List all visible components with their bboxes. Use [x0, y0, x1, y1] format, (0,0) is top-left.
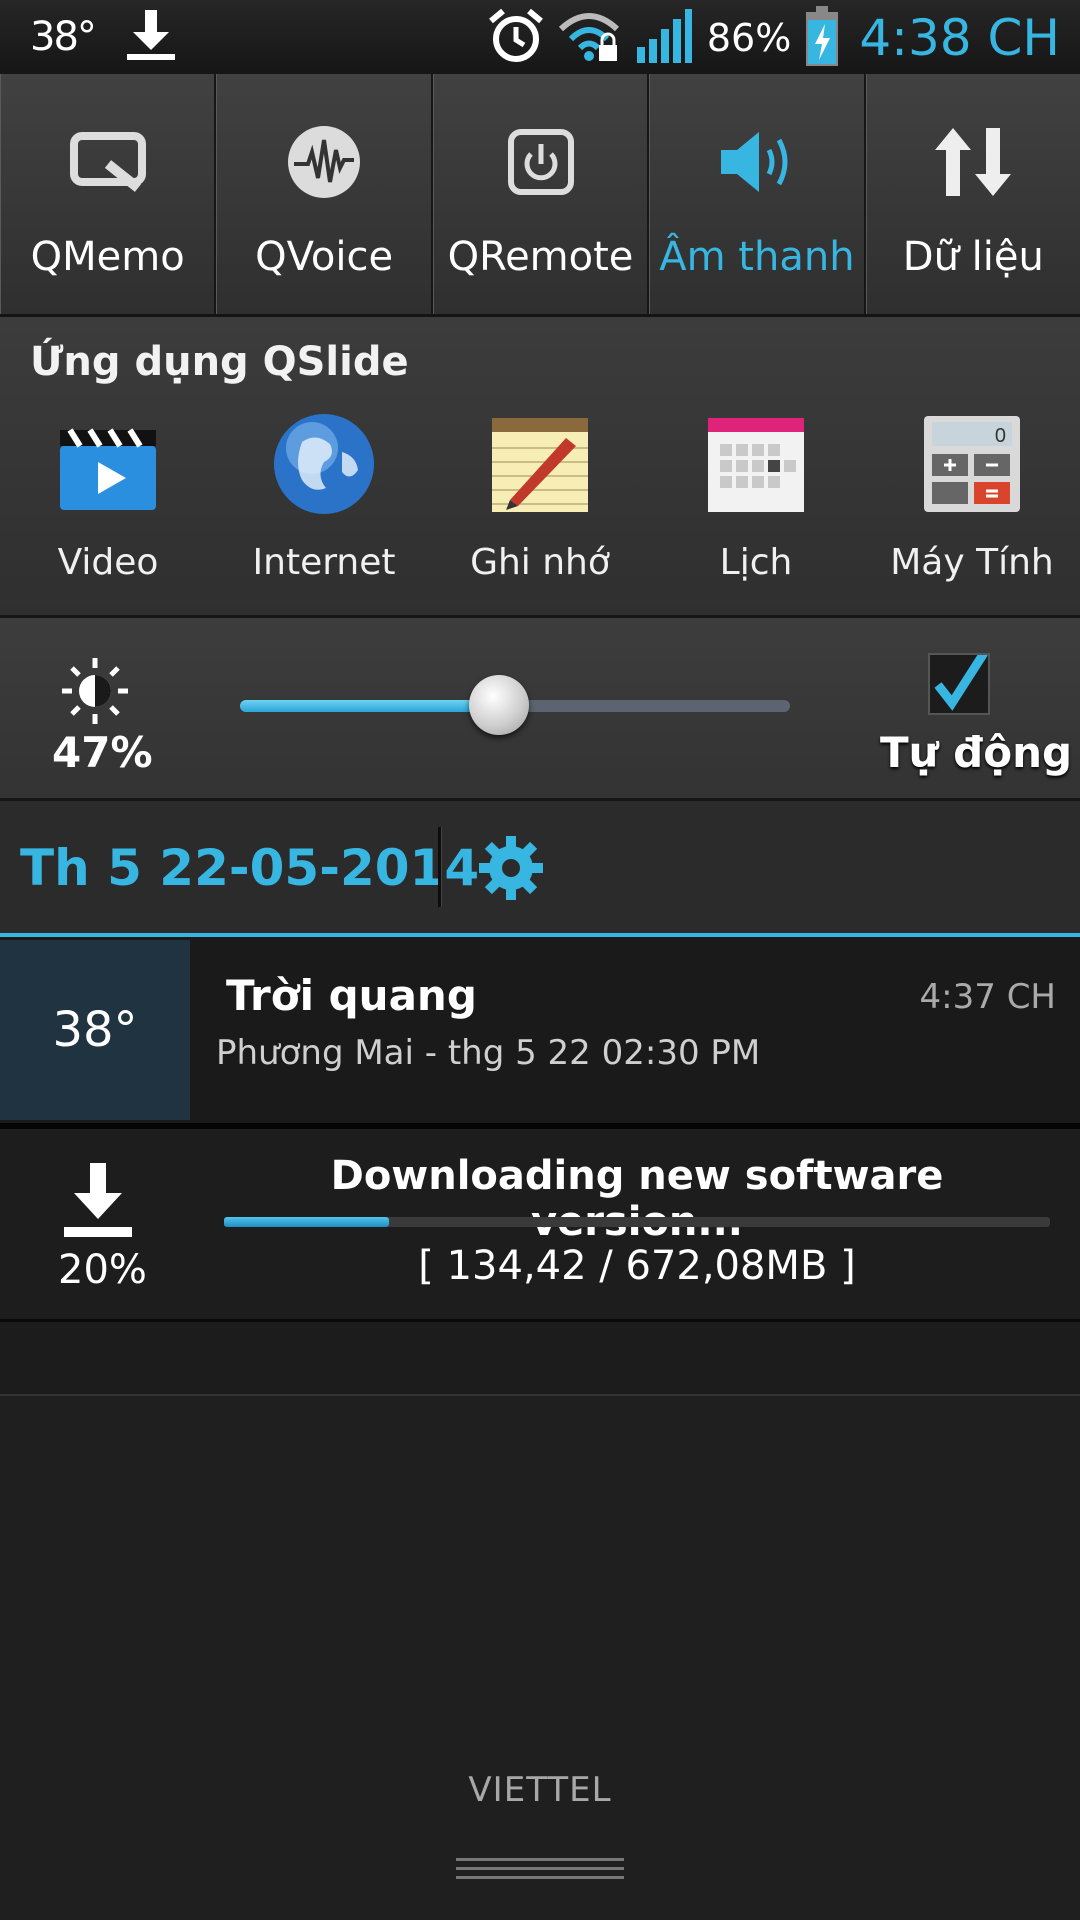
download-progress-fill — [224, 1217, 390, 1227]
svg-text:0: 0 — [995, 425, 1006, 447]
wifi-locked-icon — [558, 9, 621, 67]
download-size: [ 134,42 / 672,08MB ] — [418, 1243, 856, 1289]
weather-subtitle: Phương Mai - thg 5 22 02:30 PM — [216, 1033, 761, 1073]
qslide-title: Ứng dụng QSlide — [30, 339, 409, 385]
qslide-app-calculator[interactable]: 0 Máy Tính — [864, 412, 1080, 583]
weather-temp-tile: 38° — [0, 940, 190, 1120]
auto-brightness-checkbox[interactable] — [928, 650, 990, 715]
battery-charging-icon — [805, 6, 839, 70]
app-label: Ghi nhớ — [470, 542, 610, 583]
notepad-icon — [488, 412, 592, 516]
qvoice-icon — [286, 124, 362, 200]
drawer-handle[interactable] — [456, 1858, 624, 1885]
weather-notification[interactable]: 38° Trời quang Phương Mai - thg 5 22 02:… — [0, 937, 1080, 1129]
date-text: Th 5 22-05-2014 — [20, 839, 480, 897]
globe-icon — [272, 412, 376, 516]
brightness-slider-fill — [240, 700, 499, 712]
status-bar: 38° 86% 4:38 CH — [0, 0, 1080, 76]
qmemo-icon — [68, 124, 148, 200]
brightness-slider[interactable] — [240, 675, 790, 735]
qs-tile-qvoice[interactable]: QVoice — [216, 74, 433, 314]
download-notification[interactable]: 20% Downloading new software version... … — [0, 1131, 1080, 1322]
status-temperature: 38° — [30, 14, 97, 60]
qs-tile-sound[interactable]: Âm thanh — [649, 74, 866, 314]
download-percent: 20% — [58, 1247, 147, 1293]
qs-tile-qmemo[interactable]: QMemo — [0, 74, 217, 314]
notification-list-row — [0, 1322, 1080, 1396]
download-title: Downloading new software version... — [330, 1153, 944, 1245]
qslide-app-calendar[interactable]: Lịch — [648, 412, 864, 583]
brightness-slider-thumb[interactable] — [468, 675, 529, 735]
quick-settings-row: QMemo QVoice QRemote Âm thanh Dữ liệu — [0, 74, 1080, 317]
video-clapper-icon — [56, 412, 160, 516]
qslide-panel: Ứng dụng QSlide Video Internet Ghi nhớ L… — [0, 317, 1080, 618]
alarm-icon — [487, 7, 545, 69]
checkmark-icon — [934, 650, 988, 711]
qs-label: QMemo — [30, 234, 185, 280]
auto-brightness-label: Tự động — [880, 728, 1073, 777]
speaker-icon — [717, 124, 797, 200]
qslide-app-memo[interactable]: Ghi nhớ — [432, 412, 648, 583]
app-label: Video — [57, 542, 159, 583]
app-label: Lịch — [719, 542, 793, 583]
battery-percent: 86% — [706, 16, 792, 60]
download-icon — [62, 1161, 134, 1243]
qremote-icon — [507, 124, 575, 200]
qs-tile-qremote[interactable]: QRemote — [432, 74, 650, 314]
calendar-icon — [704, 412, 808, 516]
carrier-name: VIETTEL — [468, 1770, 612, 1810]
gear-icon — [479, 836, 543, 900]
brightness-panel: 47% Tự động — [0, 618, 1080, 801]
qslide-apps: Video Internet Ghi nhớ Lịch 0 Máy Tính — [0, 412, 1080, 583]
weather-title: Trời quang — [226, 971, 477, 1020]
brightness-percent: 47% — [52, 728, 153, 777]
data-arrows-icon — [933, 124, 1013, 200]
status-clock: 4:38 CH — [859, 9, 1060, 67]
weather-time: 4:37 CH — [919, 977, 1056, 1017]
signal-icon — [635, 7, 693, 69]
qslide-app-video[interactable]: Video — [0, 412, 216, 583]
date-row: Th 5 22-05-2014 — [0, 801, 1080, 937]
qs-label: Dữ liệu — [902, 234, 1044, 280]
app-label: Internet — [252, 542, 396, 583]
calculator-icon: 0 — [920, 412, 1024, 516]
download-progress-bar — [224, 1217, 1050, 1227]
qs-label: QVoice — [255, 234, 394, 280]
qs-tile-data[interactable]: Dữ liệu — [865, 74, 1080, 314]
qs-label: Âm thanh — [659, 234, 855, 280]
qs-label: QRemote — [447, 234, 634, 280]
settings-button[interactable] — [478, 835, 544, 905]
divider — [438, 827, 442, 907]
download-icon — [123, 8, 179, 66]
app-label: Máy Tính — [890, 542, 1054, 583]
qslide-app-internet[interactable]: Internet — [216, 412, 432, 583]
brightness-sun-icon — [60, 656, 130, 730]
